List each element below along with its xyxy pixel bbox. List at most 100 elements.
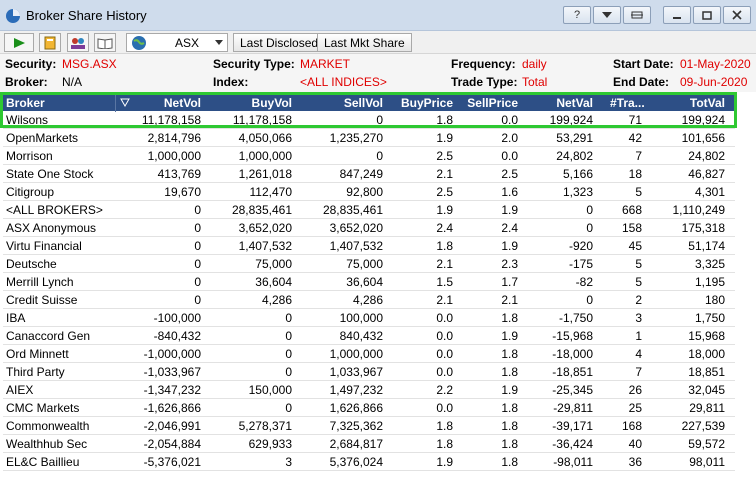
table-cell: Merrill Lynch (6, 275, 74, 289)
col-header-sellprice[interactable]: SellPrice (467, 96, 518, 110)
chevron-down-icon (602, 12, 612, 18)
table-cell: 0.0 (436, 329, 453, 343)
table-cell: 1.9 (501, 239, 518, 253)
table-row[interactable]: Credit Suisse 0 4,286 4,286 2.1 2.1 0 2 180 (3, 291, 735, 309)
table-row[interactable]: Commonwealth -2,046,991 5,278,371 7,325,362… (3, 417, 735, 435)
close-button[interactable] (723, 6, 751, 24)
table-cell: 36 (628, 455, 642, 469)
table-cell: 2,684,817 (329, 437, 383, 451)
table-cell: 1,407,532 (238, 239, 292, 253)
security-value: MSG.ASX (62, 57, 117, 71)
globe-icon (132, 36, 146, 50)
table-row[interactable]: Canaccord Gen -840,432 0 840,432 0.0 1.9 -15,9… (3, 327, 735, 345)
table-row[interactable]: AIEX -1,347,232 150,000 1,497,232 2.2 1.9 -25,… (3, 381, 735, 399)
play-button[interactable] (4, 33, 34, 52)
minimize-button[interactable] (663, 6, 691, 24)
col-header-sellvol[interactable]: SellVol (344, 96, 383, 110)
table-row[interactable]: Third Party -1,033,967 0 1,033,967 0.0 1.8 -18… (3, 363, 735, 381)
table-cell: -175 (568, 257, 593, 271)
table-row[interactable]: Virtu Financial 0 1,407,532 1,407,532 1.8 1.9… (3, 237, 735, 255)
table-row[interactable]: CMC Markets -1,626,866 0 1,626,866 0.0 1.8 -29… (3, 399, 735, 417)
notebook-button[interactable] (39, 33, 61, 52)
play-icon (14, 37, 25, 48)
table-cell: -1,626,866 (143, 401, 201, 415)
table-row[interactable]: Citigroup 19,670 112,470 92,800 2.5 1.6 1,323 5… (3, 183, 735, 201)
pie-chart-icon (6, 9, 20, 23)
table-row[interactable]: OpenMarkets 2,814,796 4,050,066 1,235,270 1.… (3, 129, 735, 147)
table-cell: 168 (621, 419, 642, 433)
table-cell: -82 (575, 275, 593, 289)
col-header-buyprice[interactable]: BuyPrice (401, 96, 453, 110)
people-button[interactable] (67, 33, 89, 52)
filter-icon[interactable] (120, 98, 130, 108)
table-cell: 0 (285, 311, 292, 325)
col-header-trades[interactable]: #Tra... (610, 96, 645, 110)
pin-button[interactable] (623, 6, 651, 24)
table-cell: 1,626,866 (329, 401, 383, 415)
col-header-broker[interactable]: Broker (6, 96, 45, 110)
last-disclosed-button[interactable]: Last Disclosed (233, 33, 326, 52)
table-cell: 7 (635, 365, 642, 379)
table-cell: 5 (635, 257, 642, 271)
maximize-button[interactable] (693, 6, 721, 24)
table-row[interactable]: Ord Minnett -1,000,000 0 1,000,000 0.0 1.8 -18… (3, 345, 735, 363)
table-cell: 847,249 (339, 167, 383, 181)
info-panel: Security: MSG.ASX Broker: N/A Security T… (0, 54, 756, 92)
table-cell: 2.3 (501, 257, 518, 271)
table-cell: IBA (6, 311, 26, 325)
start-date-value: 01-May-2020 (680, 57, 751, 71)
table-cell: 1,407,532 (329, 239, 383, 253)
table-row[interactable]: Wilsons 11,178,158 11,178,158 0 1.8 0.0 199,92… (3, 111, 735, 129)
table-cell: 1.8 (501, 437, 518, 451)
col-header-netval[interactable]: NetVal (556, 96, 593, 110)
table-cell: 0 (194, 275, 201, 289)
table-cell: 26 (628, 383, 642, 397)
book-button[interactable] (94, 33, 116, 52)
table-cell: 2.1 (501, 293, 518, 307)
table-cell: 46,827 (688, 167, 725, 181)
table-cell: 0.0 (501, 149, 518, 163)
people-icon (71, 37, 85, 49)
table-cell: 24,802 (556, 149, 593, 163)
dropdown-button[interactable] (593, 6, 621, 24)
table-cell: 2.4 (501, 221, 518, 235)
table-row[interactable]: IBA -100,000 0 100,000 0.0 1.8 -1,750 3 1,750 (3, 309, 735, 327)
table-cell: -36,424 (552, 437, 593, 451)
table-cell: 5 (635, 185, 642, 199)
table-row[interactable]: EL&C Baillieu -5,376,021 3 5,376,024 1.9 1.8 -… (3, 453, 735, 471)
table-cell: 0 (285, 329, 292, 343)
close-icon (732, 10, 742, 20)
table-row[interactable]: <ALL BROKERS> 0 28,835,461 28,835,461 1.9 1.9… (3, 201, 735, 219)
table-cell: -18,851 (552, 365, 593, 379)
table-cell: 75,000 (346, 257, 383, 271)
exchange-select[interactable]: ASX (126, 33, 228, 52)
table-cell: 0 (376, 149, 383, 163)
window-title: Broker Share History (26, 8, 147, 23)
table-cell: 1,000,000 (238, 149, 292, 163)
table-row[interactable]: Wealthhub Sec -2,054,884 629,933 2,684,817 1… (3, 435, 735, 453)
table-cell: 3 (635, 311, 642, 325)
table-row[interactable]: State One Stock 413,769 1,261,018 847,249 2.… (3, 165, 735, 183)
help-button[interactable]: ? (563, 6, 591, 24)
col-header-buyvol[interactable]: BuyVol (252, 96, 292, 110)
last-mkt-share-button[interactable]: Last Mkt Share (317, 33, 412, 52)
security-type-label: Security Type: (213, 57, 295, 71)
table-row[interactable]: ASX Anonymous 0 3,652,020 3,652,020 2.4 2.4 0 1… (3, 219, 735, 237)
col-header-netvol[interactable]: NetVol (164, 96, 201, 110)
table-cell: 2 (635, 293, 642, 307)
table-header: Broker NetVol BuyVol SellVol BuyPrice Se… (3, 94, 735, 112)
col-header-totval[interactable]: TotVal (690, 96, 725, 110)
table-row[interactable]: Deutsche 0 75,000 75,000 2.1 2.3 -175 5 3,325 (3, 255, 735, 273)
notebook-icon (44, 36, 56, 49)
table-row[interactable]: Morrison 1,000,000 1,000,000 0 2.5 0.0 24,802 7… (3, 147, 735, 165)
table-row[interactable]: Merrill Lynch 0 36,604 36,604 1.5 1.7 -82 5 1,19… (3, 273, 735, 291)
table-cell: 1.9 (501, 383, 518, 397)
table-cell: 59,572 (688, 437, 725, 451)
table-cell: 42 (628, 131, 642, 145)
column-divider (115, 94, 116, 112)
table-cell: 0.0 (501, 113, 518, 127)
exchange-value: ASX (175, 36, 200, 50)
end-date-value: 09-Jun-2020 (680, 75, 748, 89)
table-cell: 18,000 (688, 347, 725, 361)
table-cell: 0.0 (436, 401, 453, 415)
